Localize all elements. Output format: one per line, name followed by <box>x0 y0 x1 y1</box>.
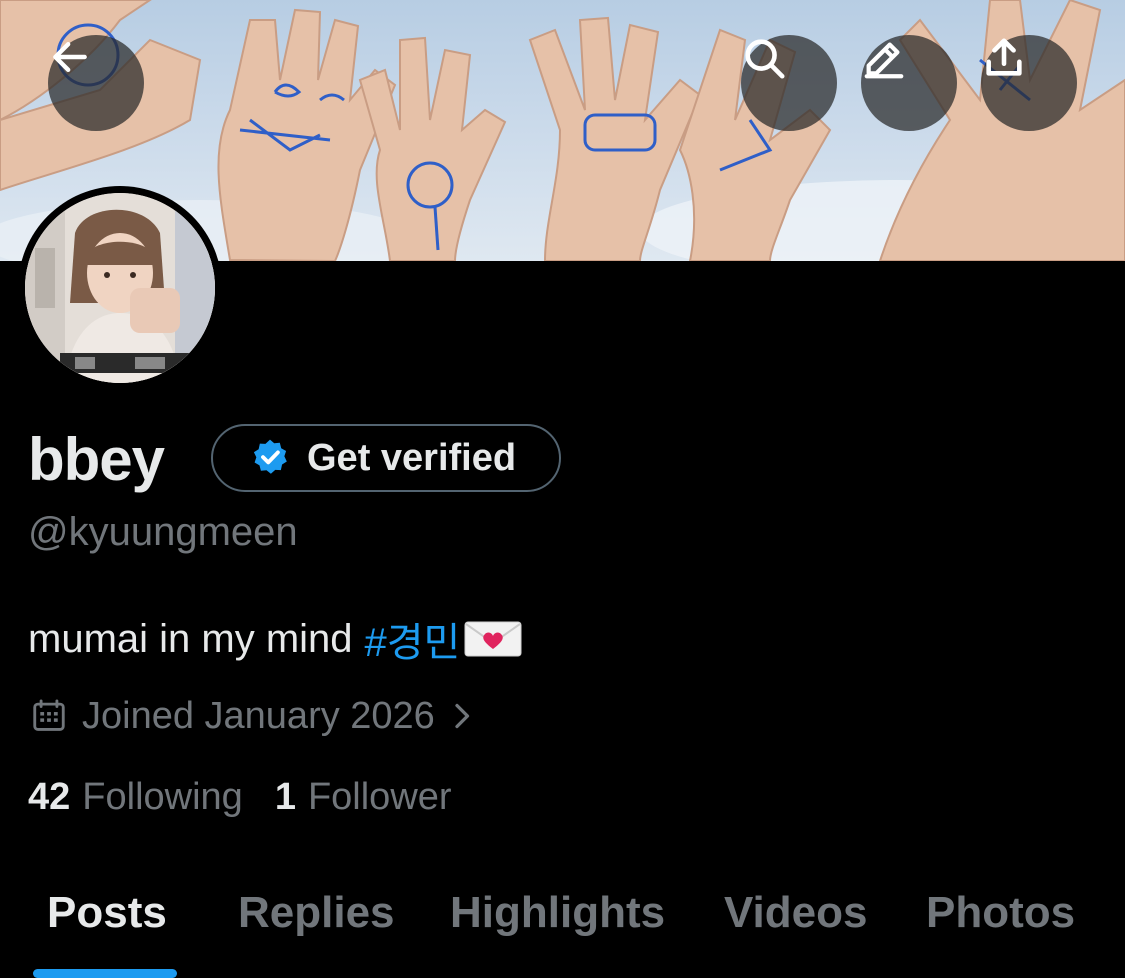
edit-icon <box>864 42 904 79</box>
active-tab-indicator <box>33 969 177 978</box>
bio-text: mumai in my mind <box>28 616 353 661</box>
get-verified-button[interactable]: Get verified <box>211 424 561 492</box>
bio: mumai in my mind #경민 <box>28 610 522 668</box>
search-button[interactable] <box>741 35 837 131</box>
tab-videos[interactable]: Videos <box>724 888 867 938</box>
tab-replies[interactable]: Replies <box>238 888 395 938</box>
get-verified-label: Get verified <box>307 436 517 479</box>
avatar-image <box>25 193 215 383</box>
share-button[interactable] <box>981 35 1077 131</box>
follow-stats: 42 Following 1 Follower <box>28 776 452 819</box>
profile-page: bbey Get verified @kyuungmeen mumai in m… <box>0 0 1125 978</box>
chevron-right-icon <box>455 703 469 729</box>
user-handle: @kyuungmeen <box>28 510 298 554</box>
verified-badge-icon <box>253 439 287 474</box>
following-label: Following <box>82 776 243 818</box>
edit-button[interactable] <box>861 35 957 131</box>
tab-highlights[interactable]: Highlights <box>450 888 665 938</box>
followers-count: 1 <box>274 776 296 818</box>
tab-posts[interactable]: Posts <box>47 888 167 938</box>
joined-text: Joined January 2026 <box>82 694 435 737</box>
followers-label: Follower <box>307 776 452 818</box>
bio-hashtag-link[interactable]: #경민 <box>365 610 461 668</box>
following-link[interactable]: 42 Following <box>28 776 243 819</box>
followers-link[interactable]: 1 Follower <box>275 776 452 819</box>
profile-tabs: Posts Replies Highlights Videos Photos <box>0 868 1125 978</box>
arrow-left-icon <box>53 41 87 73</box>
calendar-icon <box>33 699 65 731</box>
avatar[interactable] <box>18 186 222 390</box>
display-name: bbey <box>28 426 165 493</box>
following-count: 42 <box>28 776 71 818</box>
tab-photos[interactable]: Photos <box>926 888 1075 938</box>
search-icon <box>745 39 785 79</box>
back-button[interactable] <box>48 35 144 131</box>
share-icon <box>986 38 1022 76</box>
love-letter-emoji-icon <box>464 619 522 659</box>
joined-date[interactable]: Joined January 2026 <box>30 692 477 740</box>
